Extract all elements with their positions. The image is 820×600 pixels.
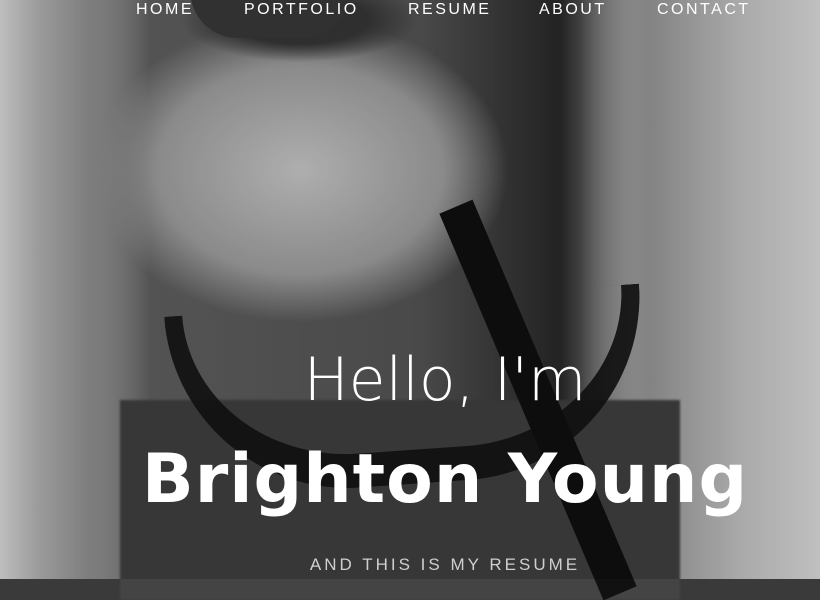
hero-greeting: Hello, I'm (303, 345, 587, 415)
nav-portfolio-link[interactable]: PORTFOLIO (244, 0, 359, 20)
nav-resume-link[interactable]: RESUME (408, 0, 491, 20)
nav-contact-link[interactable]: CONTACT (657, 0, 751, 20)
top-navigation: HOME PORTFOLIO RESUME ABOUT CONTACT (0, 0, 820, 22)
hero-tagline: AND THIS IS MY RESUME (309, 555, 581, 574)
nav-about-link[interactable]: ABOUT (539, 0, 607, 20)
hero-name: Brighton Young (141, 440, 749, 519)
nav-home-link[interactable]: HOME (136, 0, 194, 20)
